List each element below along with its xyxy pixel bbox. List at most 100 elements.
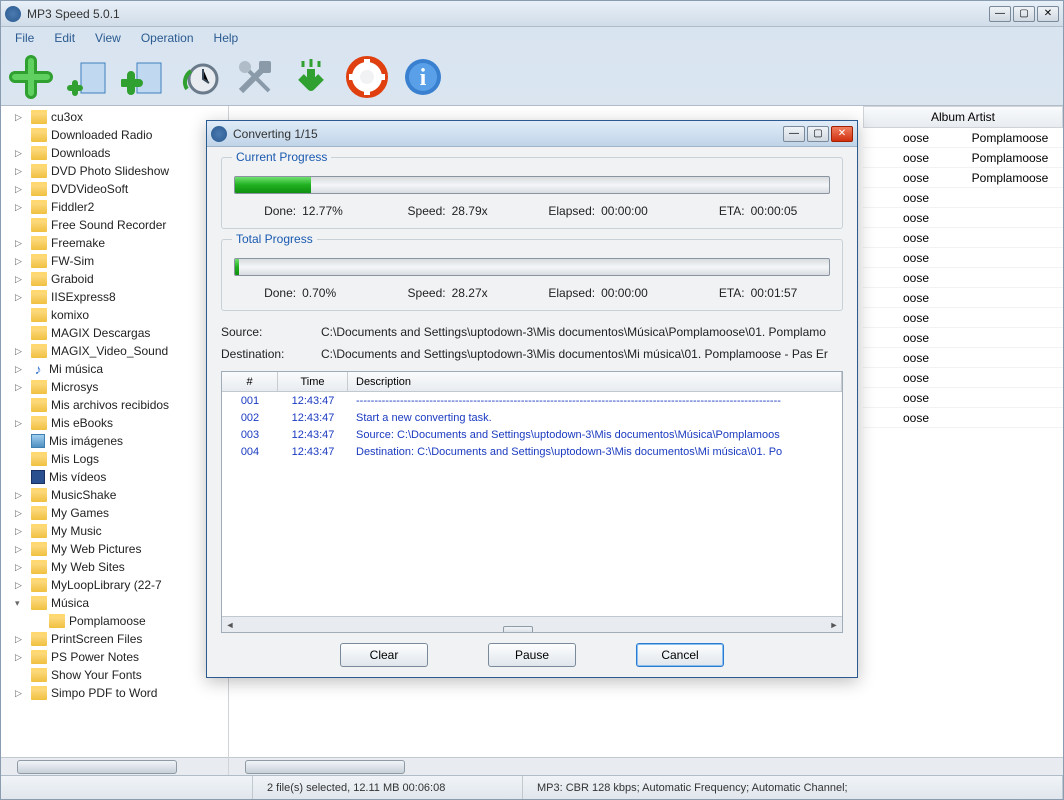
tree-item[interactable]: ▷PrintScreen Files xyxy=(1,630,228,648)
add-file-button[interactable] xyxy=(7,53,55,101)
tree-item[interactable]: ▷DVD Photo Slideshow xyxy=(1,162,228,180)
tree-item[interactable]: ▷Fiddler2 xyxy=(1,198,228,216)
table-row[interactable]: oose xyxy=(863,328,1063,348)
menu-file[interactable]: File xyxy=(5,29,44,47)
dialog-close-button[interactable]: ✕ xyxy=(831,126,853,142)
table-row[interactable]: oose xyxy=(863,308,1063,328)
menu-view[interactable]: View xyxy=(85,29,131,47)
expander-icon[interactable]: ▷ xyxy=(15,544,25,555)
pause-button[interactable]: Pause xyxy=(488,643,576,667)
expander-icon[interactable]: ▷ xyxy=(15,562,25,573)
tree-item[interactable]: ▷PS Power Notes xyxy=(1,648,228,666)
add-folder-button[interactable] xyxy=(63,53,111,101)
tree-item[interactable]: ▷Simpo PDF to Word xyxy=(1,684,228,702)
log-scrollbar[interactable]: ◄ ► xyxy=(222,616,842,632)
expander-icon[interactable]: ▷ xyxy=(15,184,25,195)
tree-item[interactable]: ▷My Games xyxy=(1,504,228,522)
expander-icon[interactable]: ▷ xyxy=(15,112,25,123)
add-list-button[interactable] xyxy=(119,53,167,101)
tree-item[interactable]: ▷FW-Sim xyxy=(1,252,228,270)
expander-icon[interactable]: ▷ xyxy=(15,634,25,645)
table-row[interactable]: oose xyxy=(863,268,1063,288)
expander-icon[interactable]: ▾ xyxy=(15,598,25,609)
expander-icon[interactable]: ▷ xyxy=(15,418,25,429)
tree-item[interactable]: ▷♪Mi música xyxy=(1,360,228,378)
table-row[interactable]: oose xyxy=(863,408,1063,428)
table-row[interactable]: oose xyxy=(863,208,1063,228)
log-col-no[interactable]: # xyxy=(222,372,278,391)
main-titlebar[interactable]: MP3 Speed 5.0.1 — ▢ ✕ xyxy=(1,1,1063,27)
dialog-maximize-button[interactable]: ▢ xyxy=(807,126,829,142)
expander-icon[interactable]: ▷ xyxy=(15,238,25,249)
tree-item[interactable]: komixo xyxy=(1,306,228,324)
expander-icon[interactable]: ▷ xyxy=(15,256,25,267)
table-row[interactable]: oosePomplamoose xyxy=(863,128,1063,148)
tree-item[interactable]: ▷My Music xyxy=(1,522,228,540)
scrollbar-thumb[interactable] xyxy=(503,626,533,634)
tree-item[interactable]: ▷MusicShake xyxy=(1,486,228,504)
scrollbar-thumb[interactable] xyxy=(17,760,177,774)
expander-icon[interactable]: ▷ xyxy=(15,652,25,663)
log-col-time[interactable]: Time xyxy=(278,372,348,391)
tree-item[interactable]: ▾Música xyxy=(1,594,228,612)
tree-item[interactable]: Mis imágenes xyxy=(1,432,228,450)
menu-help[interactable]: Help xyxy=(204,29,249,47)
tree-item[interactable]: Free Sound Recorder xyxy=(1,216,228,234)
log-row[interactable]: 00212:43:47Start a new converting task. xyxy=(222,409,842,426)
settings-button[interactable] xyxy=(231,53,279,101)
column-header-album-artist[interactable]: Album Artist xyxy=(863,106,1063,128)
expander-icon[interactable]: ▷ xyxy=(15,526,25,537)
menu-edit[interactable]: Edit xyxy=(44,29,85,47)
table-row[interactable]: oose xyxy=(863,348,1063,368)
close-button[interactable]: ✕ xyxy=(1037,6,1059,22)
menu-operation[interactable]: Operation xyxy=(131,29,204,47)
expander-icon[interactable]: ▷ xyxy=(15,382,25,393)
tree-item[interactable]: ▷My Web Pictures xyxy=(1,540,228,558)
tree-item[interactable]: ▷DVDVideoSoft xyxy=(1,180,228,198)
log-row[interactable]: 00112:43:47-----------------------------… xyxy=(222,392,842,409)
expander-icon[interactable]: ▷ xyxy=(15,202,25,213)
tree-item[interactable]: Mis Logs xyxy=(1,450,228,468)
table-row[interactable]: oose xyxy=(863,188,1063,208)
scroll-right-icon[interactable]: ► xyxy=(826,620,842,630)
tree-item[interactable]: ▷MyLoopLibrary (22-7 xyxy=(1,576,228,594)
table-row[interactable]: oose xyxy=(863,368,1063,388)
expander-icon[interactable]: ▷ xyxy=(15,490,25,501)
log-row[interactable]: 00412:43:47Destination: C:\Documents and… xyxy=(222,443,842,460)
tree-item[interactable]: ▷cu3ox xyxy=(1,108,228,126)
expander-icon[interactable]: ▷ xyxy=(15,508,25,519)
cancel-button[interactable]: Cancel xyxy=(636,643,724,667)
dialog-minimize-button[interactable]: — xyxy=(783,126,805,142)
tree-item[interactable]: ▷Microsys xyxy=(1,378,228,396)
table-row[interactable]: oose xyxy=(863,228,1063,248)
table-row[interactable]: oose xyxy=(863,388,1063,408)
tree-item[interactable]: ▷My Web Sites xyxy=(1,558,228,576)
scroll-left-icon[interactable]: ◄ xyxy=(222,620,238,630)
tree-item[interactable]: ▷Downloads xyxy=(1,144,228,162)
tree-item[interactable]: Pomplamoose xyxy=(1,612,228,630)
tree-item[interactable]: Mis archivos recibidos xyxy=(1,396,228,414)
maximize-button[interactable]: ▢ xyxy=(1013,6,1035,22)
table-row[interactable]: oose xyxy=(863,288,1063,308)
table-row[interactable]: oosePomplamoose xyxy=(863,148,1063,168)
tree-scrollbar[interactable] xyxy=(1,757,228,775)
minimize-button[interactable]: — xyxy=(989,6,1011,22)
list-scrollbar[interactable] xyxy=(229,757,1063,775)
tree-item[interactable]: Mis vídeos xyxy=(1,468,228,486)
tree-item[interactable]: ▷Mis eBooks xyxy=(1,414,228,432)
table-row[interactable]: oose xyxy=(863,248,1063,268)
tree-item[interactable]: Downloaded Radio xyxy=(1,126,228,144)
expander-icon[interactable]: ▷ xyxy=(15,346,25,357)
clear-button[interactable]: Clear xyxy=(340,643,428,667)
dialog-titlebar[interactable]: Converting 1/15 — ▢ ✕ xyxy=(207,121,857,147)
tree-item[interactable]: ▷Graboid xyxy=(1,270,228,288)
expander-icon[interactable]: ▷ xyxy=(15,274,25,285)
tree-item[interactable]: ▷MAGIX_Video_Sound xyxy=(1,342,228,360)
folder-tree[interactable]: ▷cu3oxDownloaded Radio▷Downloads▷DVD Pho… xyxy=(1,106,228,757)
tree-item[interactable]: ▷Freemake xyxy=(1,234,228,252)
expander-icon[interactable]: ▷ xyxy=(15,364,25,375)
table-row[interactable]: oosePomplamoose xyxy=(863,168,1063,188)
expander-icon[interactable]: ▷ xyxy=(15,148,25,159)
expander-icon[interactable]: ▷ xyxy=(15,292,25,303)
expander-icon[interactable]: ▷ xyxy=(15,166,25,177)
